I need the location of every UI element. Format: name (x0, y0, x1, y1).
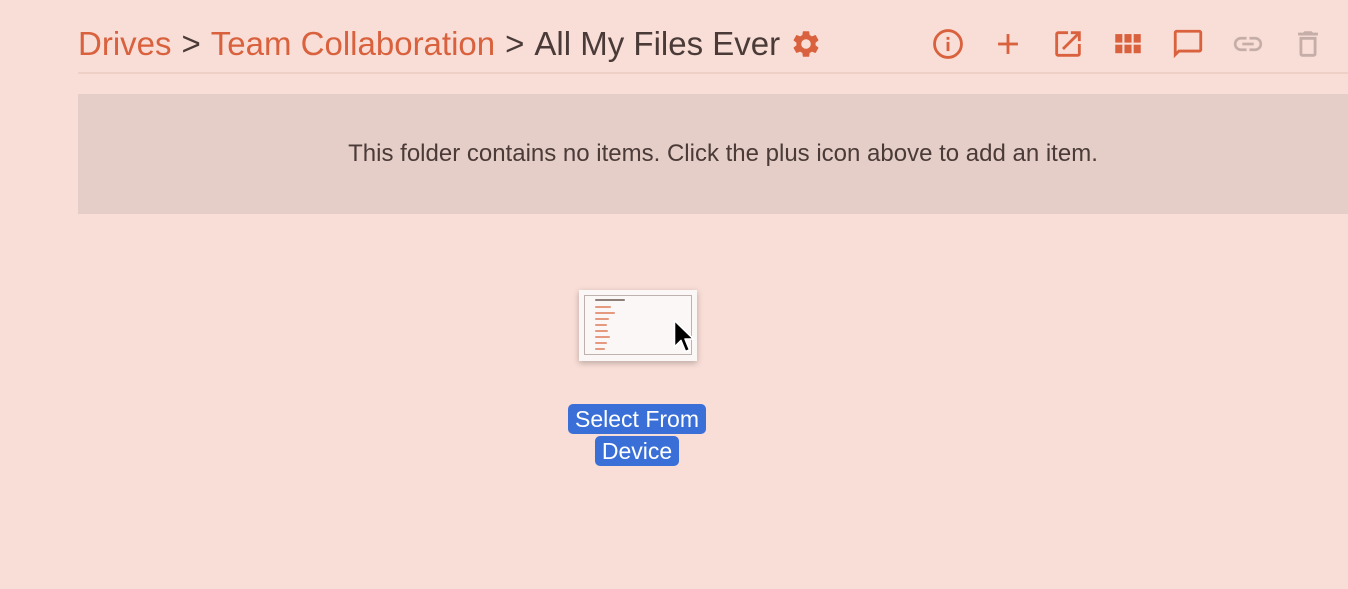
plus-icon (998, 34, 1018, 54)
trash-icon (1298, 31, 1318, 57)
open-external-icon (1055, 31, 1081, 57)
grid-view-icon (1115, 34, 1141, 54)
drive-folder-page: Drives > Team Collaboration > All My Fil… (0, 0, 1348, 589)
open-external-button[interactable] (1050, 26, 1086, 62)
empty-folder-banner: This folder contains no items. Click the… (78, 94, 1348, 214)
thumbnail-line (595, 312, 615, 314)
thumbnail-line (595, 324, 607, 326)
thumbnail-line (595, 318, 609, 320)
breadcrumb-separator: > (181, 25, 201, 62)
thumbnail-line (595, 336, 610, 338)
breadcrumb-team-collaboration[interactable]: Team Collaboration (211, 24, 495, 64)
empty-folder-message: This folder contains no items. Click the… (348, 140, 1098, 167)
breadcrumb-current-folder: All My Files Ever (534, 25, 781, 62)
thumbnail-line (595, 348, 605, 350)
gear-icon[interactable] (790, 28, 822, 60)
thumbnail-line (595, 342, 607, 344)
mouse-pointer-icon (673, 319, 695, 353)
share-link-button[interactable] (1230, 26, 1266, 62)
select-from-device-button[interactable]: Select From Device (562, 403, 712, 467)
info-button[interactable] (930, 26, 966, 62)
thumbnail-line (595, 299, 625, 301)
grid-view-button[interactable] (1110, 26, 1146, 62)
link-icon (1233, 36, 1263, 52)
add-item-button[interactable] (990, 26, 1026, 62)
delete-button[interactable] (1290, 26, 1326, 62)
info-icon (933, 29, 963, 59)
breadcrumb-separator: > (505, 25, 525, 62)
comments-button[interactable] (1170, 26, 1206, 62)
folder-toolbar (930, 26, 1348, 62)
folder-header: Drives > Team Collaboration > All My Fil… (78, 18, 1348, 74)
breadcrumb-drives[interactable]: Drives (78, 24, 172, 64)
comment-icon (1173, 29, 1203, 59)
select-from-device-label: Select From Device (568, 404, 706, 466)
breadcrumb: Drives > Team Collaboration > All My Fil… (78, 24, 822, 64)
thumbnail-line (595, 306, 611, 308)
thumbnail-line (595, 330, 608, 332)
